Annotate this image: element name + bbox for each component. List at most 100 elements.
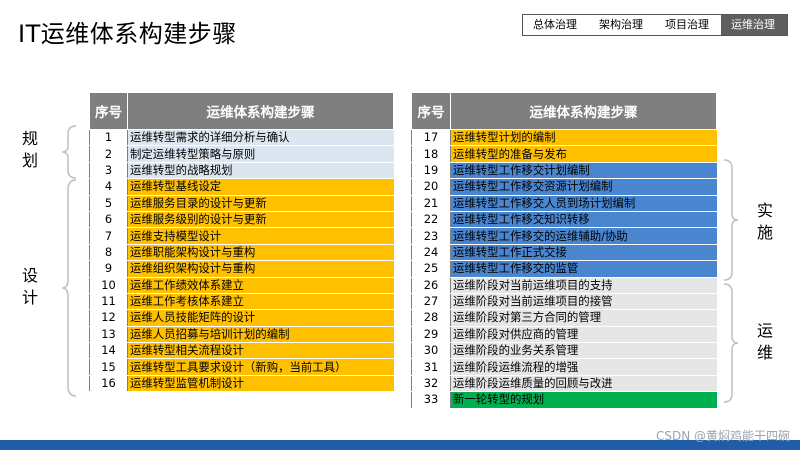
table-row: 11 运维工作考核体系建立 [89,292,394,311]
page-title: IT运维体系构建步骤 [18,20,237,48]
step-number: 31 [411,358,451,376]
step-number: 5 [89,194,128,212]
step-text: 运维转型工作移交人员到场计划编制 [450,194,717,212]
step-number: 6 [89,210,128,229]
table-row: 15 运维转型工具要求设计（新购，当前工具） [89,358,394,376]
step-text: 运维转型工作移交知识转移 [450,210,717,229]
phase-char: 施 [757,223,774,242]
step-number: 27 [411,292,451,311]
table-row: 30 运维阶段的业务关系管理 [411,342,717,360]
step-text: 运维转型基线设定 [127,178,394,196]
step-number: 4 [89,178,128,196]
step-number: 24 [411,243,451,262]
step-text: 运维工作绩效体系建立 [127,276,394,294]
step-text: 新一轮转型的规划 [450,391,717,409]
table-row: 4 运维转型基线设定 [89,178,394,196]
step-number: 20 [411,178,451,196]
table-header-row: 序号 运维体系构建步骤 [89,92,394,130]
step-number: 17 [411,128,451,147]
phase-char: 设 [22,266,39,285]
step-text: 运维组织架构设计与重构 [127,260,394,278]
table-row: 33 新一轮转型的规划 [411,391,717,409]
step-number: 15 [89,358,128,376]
table-row: 28 运维阶段对第三方合同的管理 [411,309,717,327]
table-row: 10 运维工作绩效体系建立 [89,276,394,294]
phase-label-design: 设 计 [22,265,38,309]
step-text: 运维阶段对供应商的管理 [450,325,717,344]
col-header-steps: 运维体系构建步骤 [127,92,394,130]
step-text: 运维转型工作正式交接 [450,243,717,262]
table-row: 22 运维转型工作移交知识转移 [411,210,717,229]
phase-char: 计 [22,288,39,307]
step-number: 11 [89,292,128,311]
phase-label-implement: 实 施 [757,200,773,244]
col-header-seq: 序号 [89,92,128,130]
table-row: 20 运维转型工作移交资源计划编制 [411,178,717,196]
table-row: 19 运维转型工作移交计划编制 [411,161,717,180]
step-text: 运维阶段运维流程的增强 [450,358,717,376]
table-row: 26 运维阶段对当前运维项目的支持 [411,276,717,294]
step-text: 运维阶段的业务关系管理 [450,342,717,360]
table-row: 31 运维阶段运维流程的增强 [411,358,717,376]
table-row: 32 运维阶段运维质量的回顾与改进 [411,374,717,393]
table-row: 12 运维人员技能矩阵的设计 [89,309,394,327]
table-row: 18 运维转型的准备与发布 [411,145,717,163]
table-row: 27 运维阶段对当前运维项目的接管 [411,292,717,311]
step-text: 运维阶段运维质量的回顾与改进 [450,374,717,393]
step-text: 运维转型工作移交的监管 [450,260,717,278]
table-row: 21 运维转型工作移交人员到场计划编制 [411,194,717,212]
breadcrumb-item-overall[interactable]: 总体治理 [522,14,590,36]
steps-table-left: 序号 运维体系构建步骤 1 运维转型需求的详细分析与确认 2 制定运维转型策略与原则 3… [89,92,394,393]
table-row: 6 运维服务级别的设计与更新 [89,210,394,229]
step-text: 运维工作考核体系建立 [127,292,394,311]
step-text: 运维转型相关流程设计 [127,342,394,360]
phase-char: 维 [757,343,774,362]
phase-char: 实 [757,201,774,220]
step-number: 26 [411,276,451,294]
table-row: 1 运维转型需求的详细分析与确认 [89,128,394,147]
step-number: 8 [89,243,128,262]
step-number: 9 [89,260,128,278]
brace-operate [723,283,739,403]
table-row: 17 运维转型计划的编制 [411,128,717,147]
table-header-row: 序号 运维体系构建步骤 [411,92,717,130]
step-text: 运维转型工具要求设计（新购，当前工具） [127,358,394,376]
step-text: 制定运维转型策略与原则 [127,145,394,163]
step-text: 运维转型需求的详细分析与确认 [127,128,394,147]
step-number: 30 [411,342,451,360]
table-row: 7 运维支持模型设计 [89,227,394,245]
breadcrumb-item-project[interactable]: 项目治理 [655,14,722,36]
step-number: 19 [411,161,451,180]
step-text: 运维转型工作移交的运维辅助/协助 [450,227,717,245]
step-number: 22 [411,210,451,229]
step-text: 运维阶段对当前运维项目的支持 [450,276,717,294]
step-text: 运维转型工作移交资源计划编制 [450,178,717,196]
watermark: CSDN @黄焖鸡能干四碗 [655,429,790,443]
breadcrumb-item-architecture[interactable]: 架构治理 [589,14,656,36]
table-row: 24 运维转型工作正式交接 [411,243,717,262]
table-row: 14 运维转型相关流程设计 [89,342,394,360]
step-number: 29 [411,325,451,344]
step-number: 10 [89,276,128,294]
table-row: 13 运维人员招募与培训计划的编制 [89,325,394,344]
phase-char: 划 [22,151,39,170]
step-text: 运维阶段对当前运维项目的接管 [450,292,717,311]
col-header-steps: 运维体系构建步骤 [450,92,717,130]
step-number: 32 [411,374,451,393]
brace-implement [723,159,739,281]
step-text: 运维阶段对第三方合同的管理 [450,309,717,327]
phase-label-plan: 规 划 [22,128,38,172]
step-text: 运维转型监管机制设计 [127,374,394,393]
step-number: 7 [89,227,128,245]
step-number: 1 [89,128,128,147]
table-row: 25 运维转型工作移交的监管 [411,260,717,278]
step-number: 18 [411,145,451,163]
step-number: 2 [89,145,128,163]
step-number: 3 [89,161,128,180]
table-row: 5 运维服务目录的设计与更新 [89,194,394,212]
step-number: 28 [411,309,451,327]
step-number: 25 [411,260,451,278]
table-row: 9 运维组织架构设计与重构 [89,260,394,278]
step-text: 运维服务级别的设计与更新 [127,210,394,229]
breadcrumb-item-operations[interactable]: 运维治理 [721,14,788,36]
